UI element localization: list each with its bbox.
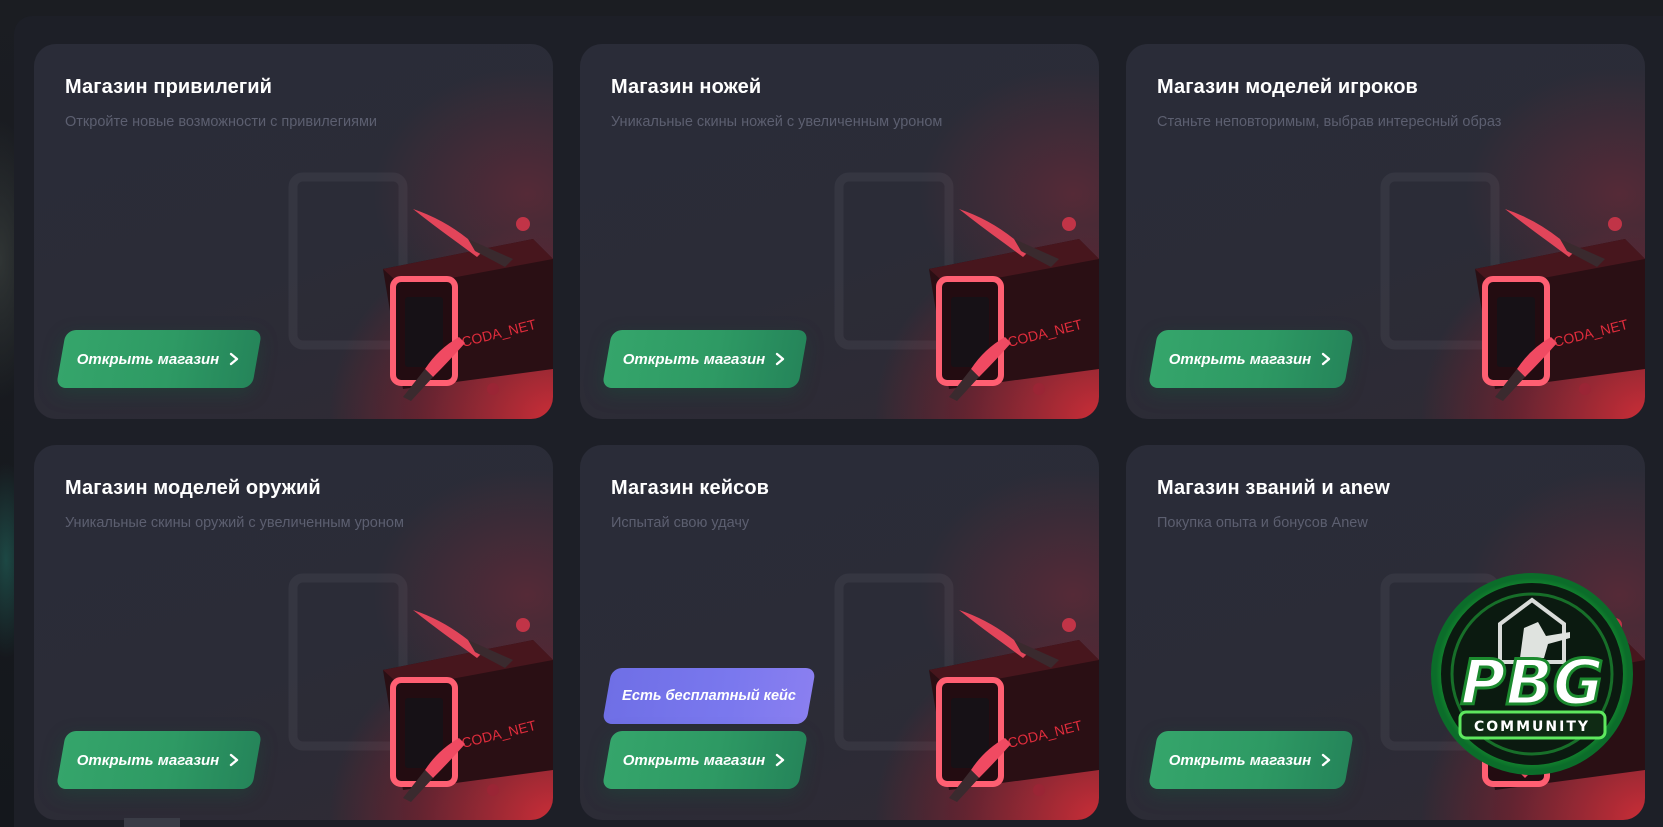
case-with-knives-icon: CODA_NET bbox=[834, 172, 1099, 401]
shop-card-cases[interactable]: CODA_NET Магазин кейсов Испытай свою уда… bbox=[580, 445, 1099, 820]
button-label: Открыть магазин bbox=[622, 350, 766, 368]
open-shop-button[interactable]: Открыть магазин bbox=[55, 731, 263, 789]
card-subtitle: Уникальные скины оружий с увеличенным ур… bbox=[65, 515, 404, 531]
free-case-badge[interactable]: Есть бесплатный кейс bbox=[602, 668, 816, 724]
button-label: Открыть магазин bbox=[622, 751, 766, 769]
card-title: Магазин кейсов bbox=[611, 477, 770, 499]
shop-grid: CODA_NET Магазин привилегий Откройте нов… bbox=[34, 44, 1645, 820]
card-subtitle: Покупка опыта и бонусов Anew bbox=[1157, 515, 1368, 531]
case-with-knives-icon: CODA_NET bbox=[288, 172, 553, 401]
horizontal-scrollbar-thumb[interactable] bbox=[124, 818, 180, 827]
card-title: Магазин ножей bbox=[611, 76, 762, 98]
card-title: Магазин моделей игроков bbox=[1157, 76, 1418, 98]
shop-card-player-models[interactable]: CODA_NET Магазин моделей игроков Станьте… bbox=[1126, 44, 1645, 419]
svg-text:PBG: PBG bbox=[1460, 646, 1604, 719]
case-with-knives-icon: CODA_NET bbox=[288, 573, 553, 802]
button-label: Открыть магазин bbox=[1168, 350, 1312, 368]
shop-card-weapon-models[interactable]: CODA_NET Магазин моделей оружий Уникальн… bbox=[34, 445, 553, 820]
shop-card-privileges[interactable]: CODA_NET Магазин привилегий Откройте нов… bbox=[34, 44, 553, 419]
card-subtitle: Уникальные скины ножей с увеличенным уро… bbox=[611, 114, 943, 130]
case-with-knives-icon: CODA_NET bbox=[834, 573, 1099, 802]
button-label: Открыть магазин bbox=[76, 350, 220, 368]
card-title: Магазин моделей оружий bbox=[65, 477, 321, 499]
svg-text:COMMUNITY: COMMUNITY bbox=[1474, 719, 1590, 735]
pbg-community-logo-icon: PBG COMMUNITY bbox=[1431, 573, 1633, 775]
chevron-right-icon bbox=[1322, 352, 1331, 366]
card-title: Магазин званий и anew bbox=[1157, 477, 1390, 499]
chevron-right-icon bbox=[230, 352, 239, 366]
card-subtitle: Откройте новые возможности с привилегиям… bbox=[65, 114, 378, 130]
chevron-right-icon bbox=[230, 753, 239, 767]
open-shop-button[interactable]: Открыть магазин bbox=[1147, 330, 1355, 388]
button-label: Открыть магазин bbox=[76, 751, 220, 769]
chevron-right-icon bbox=[776, 352, 785, 366]
chevron-right-icon bbox=[1322, 753, 1331, 767]
card-subtitle: Испытай свою удачу bbox=[611, 515, 750, 531]
open-shop-button[interactable]: Открыть магазин bbox=[601, 731, 809, 789]
card-subtitle: Станьте неповторимым, выбрав интересный … bbox=[1157, 114, 1502, 130]
chevron-right-icon bbox=[776, 753, 785, 767]
open-shop-button[interactable]: Открыть магазин bbox=[55, 330, 263, 388]
card-title: Магазин привилегий bbox=[65, 76, 273, 98]
button-label: Открыть магазин bbox=[1168, 751, 1312, 769]
open-shop-button[interactable]: Открыть магазин bbox=[1147, 731, 1355, 789]
badge-label: Есть бесплатный кейс bbox=[622, 688, 796, 704]
case-with-knives-icon: CODA_NET bbox=[1380, 172, 1645, 401]
shop-card-knives[interactable]: CODA_NET Магазин ножей Уникальные скины … bbox=[580, 44, 1099, 419]
open-shop-button[interactable]: Открыть магазин bbox=[601, 330, 809, 388]
